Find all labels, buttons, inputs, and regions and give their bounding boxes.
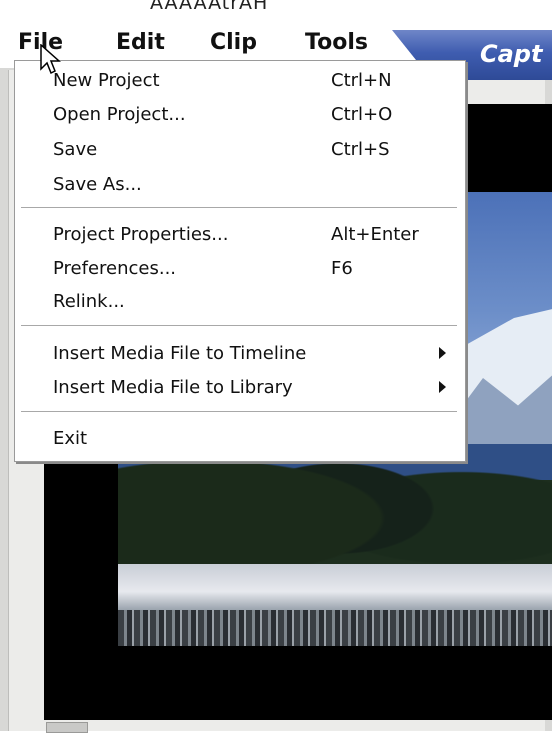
menu-item-save-as[interactable]: Save As... xyxy=(53,174,142,195)
scrollbar-thumb[interactable] xyxy=(46,722,88,733)
shortcut-project-properties: Alt+Enter xyxy=(331,224,419,245)
shortcut-open-project: Ctrl+O xyxy=(331,104,393,125)
file-menu-dropdown: New Project Ctrl+N Open Project... Ctrl+… xyxy=(14,60,466,462)
menu-item-new-project[interactable]: New Project xyxy=(53,70,160,91)
menu-separator xyxy=(21,325,457,327)
cropped-title-text: AAAAAtrAH xyxy=(150,0,269,14)
capture-tab-label: Capt xyxy=(480,40,543,68)
arrow-cursor-icon xyxy=(40,44,61,75)
menu-separator xyxy=(21,411,457,413)
preview-reflection xyxy=(118,610,552,646)
shortcut-preferences: F6 xyxy=(331,258,353,279)
menu-item-insert-timeline[interactable]: Insert Media File to Timeline xyxy=(53,343,306,364)
submenu-arrow-icon xyxy=(439,381,446,393)
shortcut-new-project: Ctrl+N xyxy=(331,70,392,91)
menu-item-preferences[interactable]: Preferences... xyxy=(53,258,176,279)
submenu-arrow-icon xyxy=(439,347,446,359)
menu-item-exit[interactable]: Exit xyxy=(53,428,87,449)
menu-item-relink[interactable]: Relink... xyxy=(53,291,125,312)
menu-item-project-properties[interactable]: Project Properties... xyxy=(53,224,228,245)
menu-clip[interactable]: Clip xyxy=(210,30,257,55)
shortcut-save: Ctrl+S xyxy=(331,139,390,160)
preview-shore xyxy=(118,564,552,610)
menu-item-insert-library[interactable]: Insert Media File to Library xyxy=(53,377,293,398)
menu-item-open-project[interactable]: Open Project... xyxy=(53,104,186,125)
menu-item-save[interactable]: Save xyxy=(53,139,97,160)
menu-separator xyxy=(21,207,457,209)
menu-tools[interactable]: Tools xyxy=(305,30,368,55)
menu-edit[interactable]: Edit xyxy=(116,30,165,55)
